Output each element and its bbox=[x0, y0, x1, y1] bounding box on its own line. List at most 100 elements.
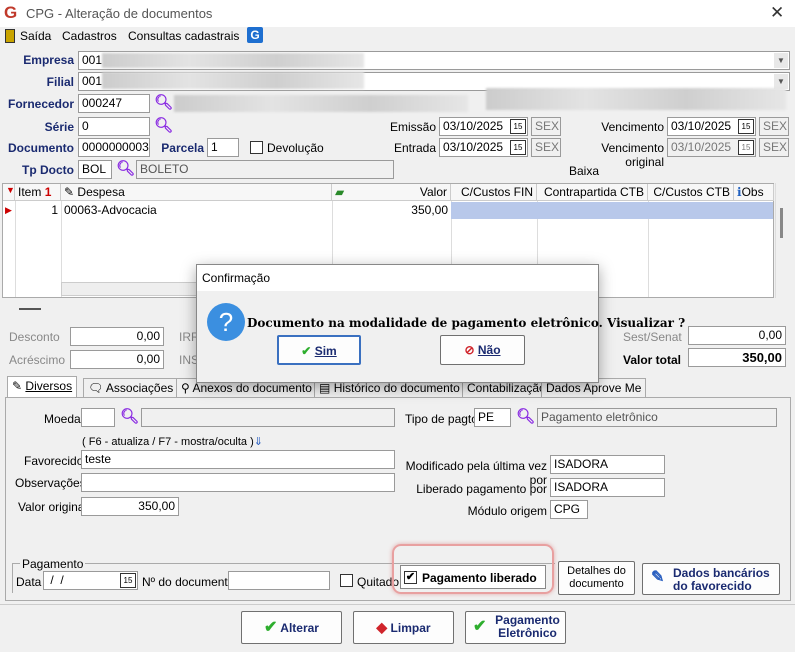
col-item[interactable]: Item 1 bbox=[15, 184, 61, 201]
valor-original-field[interactable]: 350,00 bbox=[81, 497, 179, 516]
eraser-icon: ◆ bbox=[376, 619, 388, 635]
confirmation-dialog: Confirmação ? Documento na modalidade de… bbox=[196, 264, 685, 383]
desconto-label: Desconto bbox=[9, 330, 60, 344]
nao-button[interactable]: ⊘ Não bbox=[440, 335, 525, 365]
tp-docto-field[interactable]: BOL bbox=[78, 160, 112, 179]
fornecedor-search-icon[interactable]: 🔍︎ bbox=[154, 95, 173, 111]
calendar-icon[interactable]: 15 bbox=[120, 573, 136, 588]
fornecedor-label: Fornecedor bbox=[7, 97, 74, 111]
parcela-field[interactable]: 1 bbox=[207, 138, 239, 157]
sest-field[interactable]: 0,00 bbox=[688, 326, 786, 345]
table-row[interactable]: ▶ 1 00063-Advocacia 350,00 bbox=[3, 202, 774, 220]
alterar-button[interactable]: ✔ Alterar bbox=[241, 611, 342, 644]
documento-field[interactable]: 0000000003 bbox=[78, 138, 150, 157]
empresa-redacted bbox=[102, 53, 364, 68]
observacoes-label: Observações bbox=[15, 476, 86, 490]
parcela-label: Parcela bbox=[161, 141, 204, 155]
sort-indicator-icon: ▼ bbox=[3, 184, 15, 201]
close-icon[interactable]: ✕ bbox=[770, 3, 784, 23]
menu-bar: Saída Cadastros Consultas cadastrais G bbox=[0, 27, 795, 47]
check-icon: ✔ bbox=[473, 618, 487, 635]
col-cc-fin[interactable]: C/Custos FIN bbox=[451, 184, 537, 201]
dialog-message: Documento na modalidade de pagamento ele… bbox=[247, 316, 686, 330]
grid-minus bbox=[19, 308, 41, 310]
fornecedor-field[interactable]: 000247 bbox=[78, 94, 150, 113]
no-entry-icon: ⊘ bbox=[464, 343, 475, 357]
clip-icon: ⚲ bbox=[181, 381, 190, 395]
col-obs[interactable]: ℹObs bbox=[734, 184, 774, 201]
cell-valor: 350,00 bbox=[411, 203, 448, 217]
col-valor[interactable]: ▰ Valor bbox=[332, 184, 451, 201]
title-bar: G CPG - Alteração de documentos ✕ bbox=[0, 0, 795, 27]
tipo-pagto-search-icon[interactable]: 🔍︎ bbox=[516, 409, 535, 425]
serie-search-icon[interactable]: 🔍︎ bbox=[154, 118, 173, 134]
ndoc-field[interactable] bbox=[228, 571, 330, 590]
entrada-label: Entrada bbox=[393, 141, 436, 155]
modificado-field: ISADORA bbox=[550, 455, 665, 474]
app-g-icon[interactable]: G bbox=[247, 27, 263, 43]
tipo-pagto-description: Pagamento eletrônico bbox=[537, 408, 777, 427]
favorecido-field[interactable]: teste bbox=[81, 450, 395, 469]
col-contrapartida[interactable]: Contrapartida CTB bbox=[537, 184, 648, 201]
quitado-checkbox[interactable] bbox=[340, 574, 353, 587]
desconto-field[interactable]: 0,00 bbox=[70, 327, 164, 346]
emissao-field[interactable]: 03/10/2025 15 bbox=[439, 117, 528, 136]
separator bbox=[0, 604, 795, 605]
menu-cadastros[interactable]: Cadastros bbox=[62, 29, 117, 43]
dialog-title: Confirmação bbox=[197, 265, 598, 291]
menu-saida[interactable]: Saída bbox=[20, 29, 51, 43]
chat-icon: 🗨︎ bbox=[88, 381, 104, 395]
serie-field[interactable]: 0 bbox=[78, 117, 150, 136]
baixa-label: Baixa bbox=[569, 164, 600, 178]
sort-up-icon: 1 bbox=[44, 185, 52, 199]
pencil-icon: ✎ bbox=[12, 379, 23, 393]
pagamento-liberado-checkbox[interactable]: ✔ bbox=[404, 571, 417, 584]
documento-label: Documento bbox=[8, 141, 74, 155]
liberado-field: ISADORA bbox=[550, 478, 665, 497]
filial-label: Filial bbox=[46, 75, 74, 89]
cell-item: 1 bbox=[51, 203, 58, 217]
detalhes-documento-button[interactable]: Detalhes do documento bbox=[558, 561, 635, 595]
tp-docto-search-icon[interactable]: 🔍︎ bbox=[116, 161, 135, 177]
empresa-label: Empresa bbox=[23, 53, 74, 67]
chevron-down-icon[interactable]: ▼ bbox=[774, 53, 788, 68]
entrada-field[interactable]: 03/10/2025 15 bbox=[439, 138, 528, 157]
grid-vscrollbar[interactable] bbox=[775, 183, 788, 298]
devolucao-label: Devolução bbox=[267, 141, 324, 155]
observacoes-field[interactable] bbox=[81, 473, 395, 492]
devolucao-checkbox[interactable] bbox=[250, 141, 263, 154]
pagamento-liberado-toggle[interactable]: ✔ Pagamento liberado bbox=[400, 565, 546, 589]
valor-original-label: Valor original bbox=[18, 500, 88, 514]
dados-bancarios-button[interactable]: ✎ Dados bancários do favorecido bbox=[642, 563, 780, 595]
vencimento-original-field: 03/10/2025 15 bbox=[667, 138, 756, 157]
calendar-icon[interactable]: 15 bbox=[510, 140, 526, 155]
moeda-search-icon[interactable]: 🔍︎ bbox=[120, 409, 139, 425]
tipo-pagto-field[interactable]: PE bbox=[474, 408, 511, 427]
exit-icon[interactable] bbox=[5, 29, 15, 43]
hotkey-hint: ( F6 - atualiza / F7 - mostra/oculta )⇓ bbox=[82, 436, 263, 448]
calendar-icon[interactable]: 15 bbox=[510, 119, 526, 134]
app-logo-icon: G bbox=[4, 3, 18, 22]
serie-label: Série bbox=[44, 120, 74, 134]
calendar-icon[interactable]: 15 bbox=[738, 119, 754, 134]
col-cc-ctb[interactable]: C/Custos CTB bbox=[648, 184, 734, 201]
vencimento-field[interactable]: 03/10/2025 15 bbox=[667, 117, 756, 136]
pagamento-group-label: Pagamento bbox=[20, 557, 86, 571]
pagamento-data-field[interactable]: / /15 bbox=[43, 571, 138, 590]
pagamento-eletronico-button[interactable]: ✔ Pagamento Eletrônico bbox=[465, 611, 566, 644]
sim-button[interactable]: ✔ Sim bbox=[277, 335, 361, 365]
acrescimo-field[interactable]: 0,00 bbox=[70, 350, 164, 369]
moeda-field[interactable] bbox=[81, 408, 115, 427]
tab-associacoes[interactable]: 🗨︎ Associações bbox=[83, 378, 179, 398]
menu-consultas[interactable]: Consultas cadastrais bbox=[128, 29, 239, 43]
tab-diversos[interactable]: ✎ Diversos bbox=[7, 376, 78, 398]
col-despesa[interactable]: ✎ Despesa bbox=[61, 184, 332, 201]
question-icon: ? bbox=[207, 303, 245, 341]
money-icon: ▰ bbox=[335, 185, 345, 199]
valor-total-field: 350,00 bbox=[688, 348, 786, 367]
moeda-label: Moeda bbox=[44, 412, 81, 426]
arrow-down-icon: ⇓ bbox=[253, 436, 263, 448]
limpar-button[interactable]: ◆ Limpar bbox=[353, 611, 454, 644]
check-icon: ✔ bbox=[264, 619, 278, 636]
chevron-down-icon[interactable]: ▼ bbox=[774, 74, 788, 89]
